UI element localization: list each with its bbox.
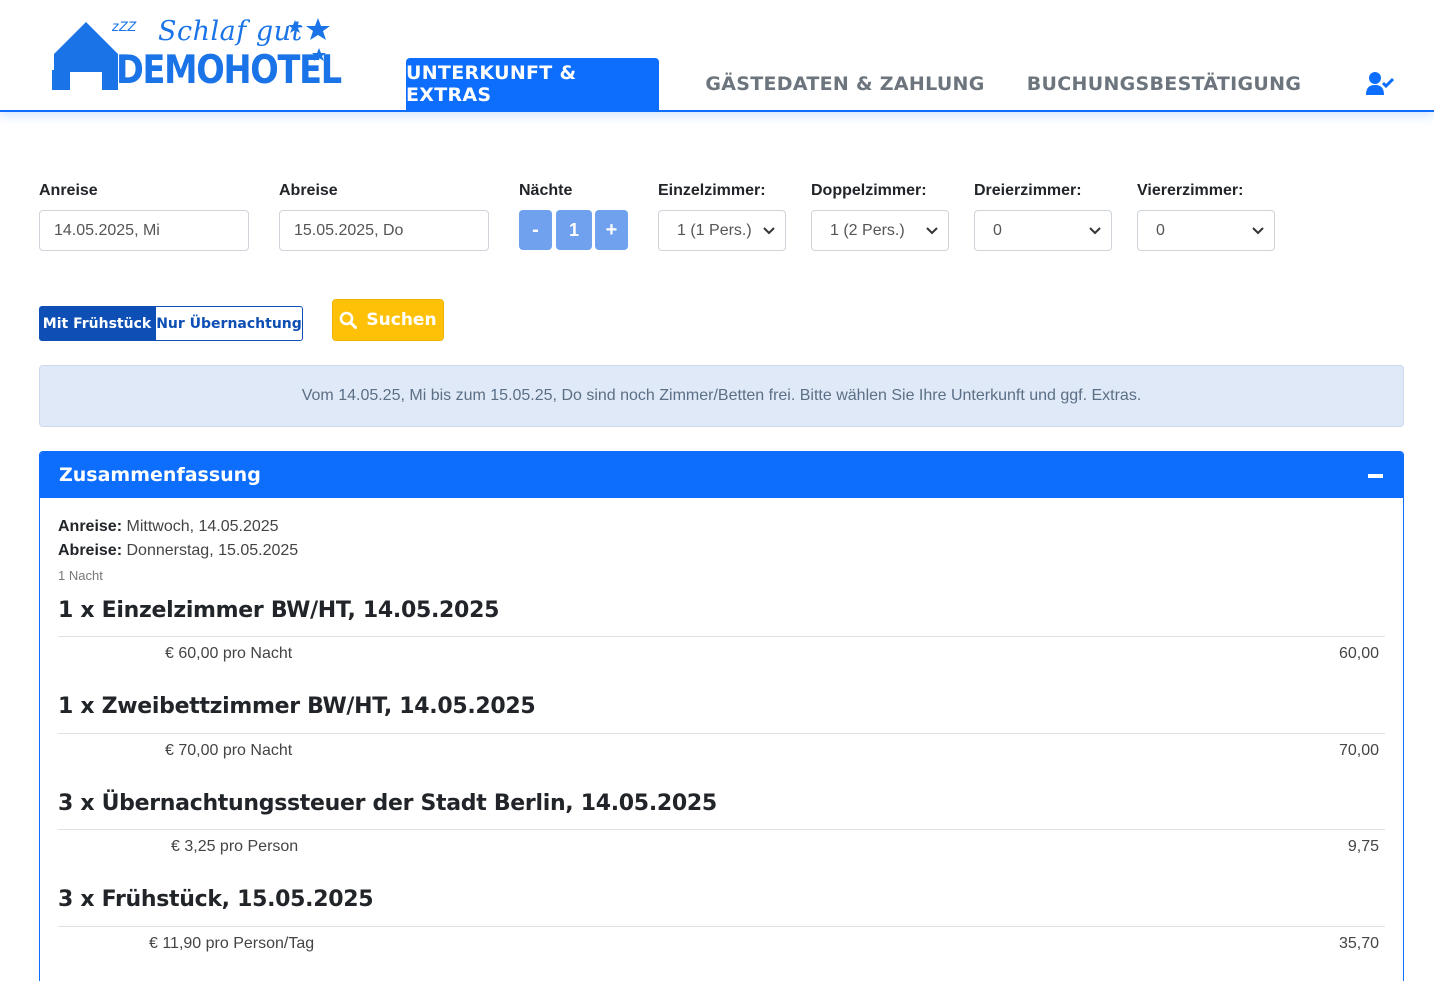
divider bbox=[58, 733, 1385, 734]
summary-panel: Zusammenfassung Anreise: Mittwoch, 14.05… bbox=[39, 451, 1404, 981]
hotel-logo[interactable]: zZZ Schlaf gut DEMOHOTEL bbox=[50, 14, 342, 96]
chevron-down-icon bbox=[1089, 227, 1101, 235]
triple-room-label: Dreierzimmer: bbox=[974, 182, 1082, 199]
summary-arrival-label: Anreise: bbox=[58, 518, 123, 535]
summary-departure: Abreise: Donnerstag, 15.05.2025 bbox=[58, 542, 298, 560]
summary-arrival: Anreise: Mittwoch, 14.05.2025 bbox=[58, 518, 279, 536]
header: zZZ Schlaf gut DEMOHOTEL UNTERKUNFT & EX… bbox=[0, 0, 1434, 112]
quad-room-select[interactable]: 0 bbox=[1137, 210, 1275, 251]
single-room-label: Einzelzimmer: bbox=[658, 182, 766, 199]
summary-arrival-value: Mittwoch, 14.05.2025 bbox=[126, 518, 279, 535]
triple-room-select[interactable]: 0 bbox=[974, 210, 1112, 251]
nights-increment-button[interactable]: + bbox=[595, 210, 628, 250]
quad-room-label: Viererzimmer: bbox=[1137, 182, 1244, 199]
tab-guest-data-payment[interactable]: GÄSTEDATEN & ZAHLUNG bbox=[705, 58, 985, 110]
summary-departure-value: Donnerstag, 15.05.2025 bbox=[126, 542, 299, 559]
chevron-down-icon bbox=[1252, 227, 1264, 235]
nights-decrement-button[interactable]: - bbox=[519, 210, 552, 250]
single-room-select[interactable]: 1 (1 Pers.) bbox=[658, 210, 786, 251]
departure-label: Abreise bbox=[279, 182, 338, 199]
logo-script: Schlaf gut bbox=[158, 16, 303, 47]
line-item-amount: 60,00 bbox=[1338, 645, 1379, 662]
availability-info: Vom 14.05.25, Mi bis zum 15.05.25, Do si… bbox=[39, 365, 1404, 427]
house-icon bbox=[52, 22, 118, 90]
line-item-price: € 60,00 pro Nacht bbox=[165, 645, 293, 662]
divider bbox=[58, 926, 1385, 927]
line-item-amount: 9,75 bbox=[1347, 838, 1379, 855]
departure-date-input[interactable]: 15.05.2025, Do bbox=[279, 210, 489, 251]
nights-value: 1 bbox=[556, 210, 592, 250]
with-breakfast-toggle[interactable]: Mit Frühstück bbox=[39, 306, 155, 341]
double-room-label: Doppelzimmer: bbox=[811, 182, 927, 199]
line-item-amount: 70,00 bbox=[1338, 742, 1379, 759]
arrival-label: Anreise bbox=[39, 182, 98, 199]
line-item-title: 3 x Übernachtungssteuer der Stadt Berlin… bbox=[58, 791, 717, 816]
triple-room-value: 0 bbox=[993, 221, 1002, 239]
single-room-value: 1 (1 Pers.) bbox=[677, 221, 752, 239]
only-overnight-toggle[interactable]: Nur Übernachtung bbox=[155, 306, 303, 341]
search-icon bbox=[340, 311, 358, 329]
divider bbox=[58, 636, 1385, 637]
quad-room-value: 0 bbox=[1156, 221, 1165, 239]
divider bbox=[58, 829, 1385, 830]
tab-booking-confirmation[interactable]: BUCHUNGSBESTÄTIGUNG bbox=[1027, 58, 1301, 110]
search-button[interactable]: Suchen bbox=[332, 299, 444, 341]
line-item-title: 1 x Einzelzimmer BW/HT, 14.05.2025 bbox=[58, 598, 500, 623]
arrival-date-input[interactable]: 14.05.2025, Mi bbox=[39, 210, 249, 251]
search-button-label: Suchen bbox=[366, 310, 437, 330]
collapse-icon[interactable] bbox=[1368, 474, 1383, 478]
line-item-price: € 3,25 pro Person bbox=[171, 838, 299, 855]
nights-label: Nächte bbox=[519, 182, 573, 199]
double-room-value: 1 (2 Pers.) bbox=[830, 221, 905, 239]
line-item-price: € 70,00 pro Nacht bbox=[165, 742, 293, 759]
summary-title: Zusammenfassung bbox=[59, 464, 261, 486]
line-item-title: 1 x Zweibettzimmer BW/HT, 14.05.2025 bbox=[58, 694, 536, 719]
double-room-select[interactable]: 1 (2 Pers.) bbox=[811, 210, 949, 251]
logo-zzz: zZZ bbox=[112, 18, 137, 34]
line-item-title: 3 x Frühstück, 15.05.2025 bbox=[58, 887, 374, 912]
stars-icon bbox=[288, 18, 330, 61]
user-check-icon[interactable] bbox=[1366, 72, 1394, 96]
line-item-amount: 35,70 bbox=[1338, 935, 1379, 952]
summary-departure-label: Abreise: bbox=[58, 542, 123, 559]
line-item-price: € 11,90 pro Person/Tag bbox=[149, 935, 315, 952]
chevron-down-icon bbox=[763, 227, 775, 235]
chevron-down-icon bbox=[926, 227, 938, 235]
summary-nights: 1 Nacht bbox=[58, 568, 103, 583]
summary-header[interactable]: Zusammenfassung bbox=[40, 452, 1403, 498]
tab-accommodation-extras[interactable]: UNTERKUNFT & EXTRAS bbox=[406, 58, 659, 110]
